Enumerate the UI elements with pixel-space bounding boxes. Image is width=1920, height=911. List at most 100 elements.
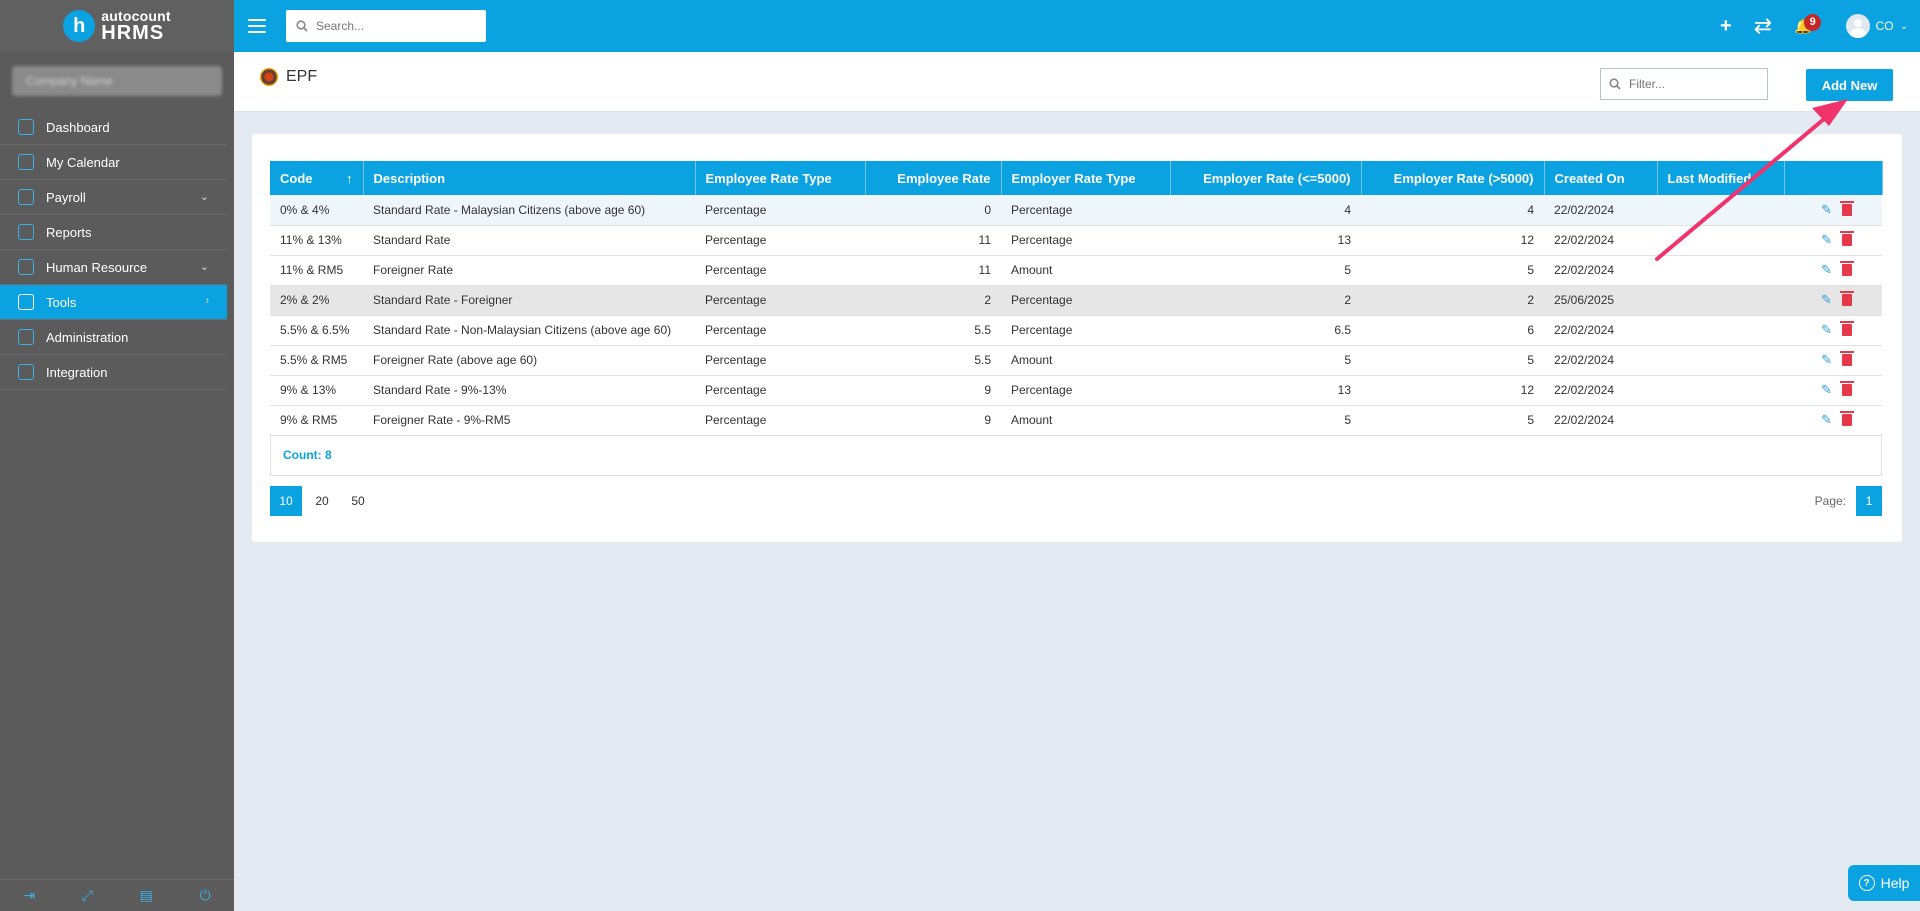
- nav-icon: [18, 259, 34, 275]
- row-actions: ✎: [1784, 225, 1882, 256]
- filter-input[interactable]: [1629, 77, 1759, 91]
- delete-icon[interactable]: [1840, 381, 1854, 396]
- delete-icon[interactable]: [1840, 200, 1854, 216]
- table-row[interactable]: 2% & 2% Standard Rate - Foreigner Percenta…: [270, 285, 1882, 316]
- table-row[interactable]: 11% & RM5 Foreigner Rate Percentage 11 Amoun…: [270, 255, 1882, 286]
- switch-icon[interactable]: ⇄: [1754, 13, 1772, 39]
- table-row[interactable]: 0% & 4% Standard Rate - Malaysian Citizen…: [270, 195, 1882, 226]
- edit-icon[interactable]: ✎: [1821, 352, 1832, 368]
- sidebar-item-tools[interactable]: Tools ›: [0, 285, 227, 320]
- nav-icon: [18, 329, 34, 345]
- edit-icon[interactable]: ✎: [1821, 292, 1832, 308]
- table-cell: 2: [1361, 285, 1544, 316]
- sidebar-item-human-resource[interactable]: Human Resource ⌄: [0, 250, 227, 285]
- table-cell: Percentage: [695, 225, 865, 256]
- filter-search-icon: [1609, 78, 1621, 90]
- table-cell: Standard Rate: [363, 225, 695, 256]
- sidebar-item-label: Dashboard: [46, 119, 110, 135]
- page-label: Page:: [1814, 494, 1846, 508]
- table-row[interactable]: 5.5% & 6.5% Standard Rate - Non-Malaysian…: [270, 315, 1882, 346]
- column-header[interactable]: Created On: [1544, 161, 1658, 195]
- logout-icon[interactable]: ⇥: [23, 887, 35, 904]
- sidebar-item-label: Tools: [46, 294, 77, 310]
- chevron-down-icon: ⌄: [1899, 20, 1908, 32]
- add-new-button[interactable]: Add New: [1806, 69, 1893, 101]
- logo-mark: h: [63, 10, 96, 42]
- nav-icon: [18, 224, 34, 240]
- row-actions: ✎: [1784, 195, 1882, 226]
- table-cell: 11% & 13%: [270, 225, 363, 256]
- table-cell: 13: [1170, 225, 1361, 256]
- menu-toggle-icon[interactable]: [248, 19, 266, 33]
- delete-icon[interactable]: [1840, 291, 1854, 306]
- column-header[interactable]: Employer Rate (<=5000): [1170, 161, 1362, 195]
- page-size-option[interactable]: 50: [342, 486, 374, 516]
- epf-logo-icon: [260, 68, 278, 86]
- table-cell: 9: [865, 405, 1001, 436]
- table-cell: 22/02/2024: [1544, 225, 1657, 256]
- table-cell: 2: [1170, 285, 1361, 316]
- table-cell: 9% & RM5: [270, 405, 363, 436]
- user-initials: CO: [1875, 19, 1894, 33]
- table-row[interactable]: 9% & RM5 Foreigner Rate - 9%-RM5 Percentag…: [270, 405, 1882, 436]
- column-header[interactable]: Employee Rate: [865, 161, 1002, 195]
- help-button[interactable]: ? Help: [1848, 865, 1920, 901]
- power-icon[interactable]: ⏻: [200, 887, 211, 904]
- table-cell: Standard Rate - Foreigner: [363, 285, 695, 316]
- sidebar-item-label: Integration: [46, 364, 108, 380]
- table-row[interactable]: 11% & 13% Standard Rate Percentage 11 Percen…: [270, 225, 1882, 256]
- delete-icon[interactable]: [1840, 231, 1854, 246]
- user-menu[interactable]: CO ⌄: [1845, 14, 1908, 38]
- row-actions: ✎: [1784, 345, 1882, 376]
- sidebar-item-label: Payroll: [46, 189, 86, 205]
- edit-icon[interactable]: ✎: [1821, 262, 1832, 278]
- sidebar-item-label: Administration: [46, 329, 129, 345]
- table-cell: Percentage: [695, 255, 865, 286]
- help-label: Help: [1880, 875, 1910, 891]
- edit-icon[interactable]: ✎: [1821, 232, 1832, 248]
- table-cell: Percentage: [1001, 225, 1170, 256]
- search-input[interactable]: [316, 19, 466, 33]
- delete-icon[interactable]: [1840, 351, 1854, 366]
- table-cell: Foreigner Rate (above age 60): [363, 345, 695, 376]
- company-selector[interactable]: Company Name: [12, 66, 222, 96]
- table-row[interactable]: 5.5% & RM5 Foreigner Rate (above age 60) P…: [270, 345, 1882, 376]
- avatar: [1845, 14, 1870, 38]
- table-cell: Foreigner Rate: [363, 255, 695, 286]
- delete-icon[interactable]: [1840, 321, 1854, 336]
- page-size-option[interactable]: 10: [270, 486, 302, 516]
- edit-icon[interactable]: ✎: [1821, 412, 1832, 428]
- table-row[interactable]: 9% & 13% Standard Rate - 9%-13% Percentage…: [270, 375, 1882, 406]
- sidebar-footer: ⇥ ⤢ ▤ ⏻: [0, 879, 234, 911]
- column-header[interactable]: Last Modified: [1657, 161, 1785, 195]
- sidebar-item-my-calendar[interactable]: My Calendar: [0, 145, 227, 180]
- edit-icon[interactable]: ✎: [1821, 382, 1832, 398]
- column-header[interactable]: Employee Rate Type: [695, 161, 866, 195]
- delete-icon[interactable]: [1840, 261, 1854, 276]
- filter-box: [1600, 68, 1768, 100]
- column-header[interactable]: Employer Rate (>5000): [1361, 161, 1545, 195]
- app-logo[interactable]: h autocount HRMS: [0, 0, 234, 52]
- edit-icon[interactable]: ✎: [1821, 202, 1832, 218]
- table-cell: 6: [1361, 315, 1544, 346]
- add-icon[interactable]: +: [1720, 15, 1732, 38]
- column-header[interactable]: Description: [363, 161, 696, 195]
- search-icon: [296, 20, 308, 32]
- language-icon[interactable]: ▤: [140, 887, 153, 904]
- table-cell: Percentage: [1001, 195, 1170, 226]
- fullscreen-icon[interactable]: ⤢: [82, 887, 93, 904]
- sidebar-item-dashboard[interactable]: Dashboard: [0, 110, 227, 145]
- logo-text-small: autocount: [101, 8, 171, 24]
- delete-icon[interactable]: [1840, 411, 1854, 426]
- sidebar-item-reports[interactable]: Reports: [0, 215, 227, 250]
- sidebar-item-payroll[interactable]: Payroll ⌄: [0, 180, 227, 215]
- column-header[interactable]: Employer Rate Type: [1001, 161, 1171, 195]
- row-actions: ✎: [1784, 255, 1882, 286]
- page-size-option[interactable]: 20: [306, 486, 338, 516]
- column-header[interactable]: Code ↑: [270, 161, 364, 195]
- edit-icon[interactable]: ✎: [1821, 322, 1832, 338]
- page-button-current[interactable]: 1: [1856, 486, 1882, 516]
- notification-bell-icon[interactable]: 🔔 9: [1794, 13, 1822, 35]
- sidebar-item-administration[interactable]: Administration: [0, 320, 227, 355]
- sidebar-item-integration[interactable]: Integration: [0, 355, 227, 390]
